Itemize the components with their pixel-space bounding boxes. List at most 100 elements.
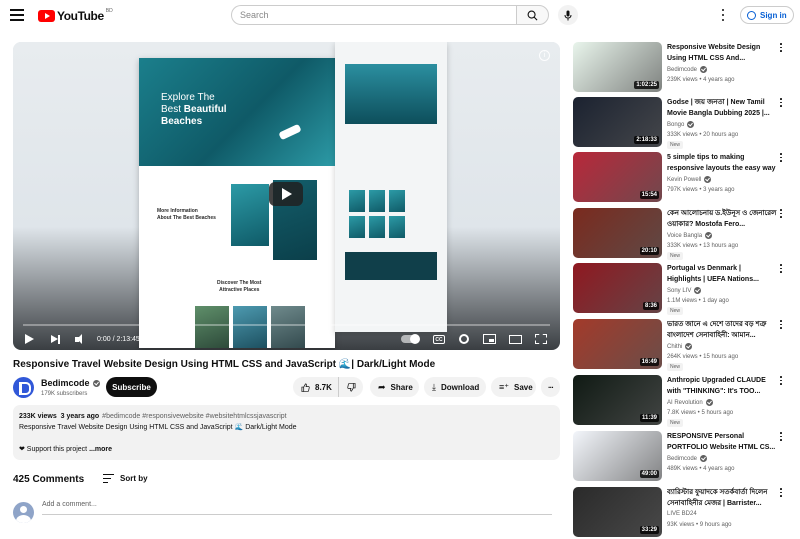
- like-count: 8.7K: [315, 382, 332, 392]
- download-button[interactable]: ⤓ Download: [424, 377, 486, 397]
- more-actions-button[interactable]: ···: [541, 377, 560, 397]
- large-play-button[interactable]: [269, 182, 303, 206]
- channel-name[interactable]: Bedimcode: [667, 455, 708, 462]
- channel-name[interactable]: Bedimcode: [667, 66, 708, 73]
- more-options-icon[interactable]: [778, 209, 784, 218]
- more-options-icon[interactable]: [778, 43, 784, 52]
- progress-bar[interactable]: [23, 324, 550, 326]
- more-options-icon[interactable]: [778, 488, 784, 497]
- verified-icon: [704, 176, 712, 183]
- channel-name[interactable]: Voice Bangla: [667, 232, 713, 239]
- channel-avatar[interactable]: [13, 377, 34, 398]
- recommended-video[interactable]: 8:36 Portugal vs Denmark | Highlights | U…: [573, 263, 800, 315]
- like-button[interactable]: 8.7K: [293, 377, 339, 397]
- autoplay-toggle[interactable]: [401, 334, 420, 344]
- voice-search-button[interactable]: [558, 5, 578, 25]
- search-placeholder: Search: [240, 10, 269, 20]
- add-comment-input[interactable]: Add a comment...: [42, 501, 552, 515]
- recommended-video[interactable]: 11:39 Anthropic Upgraded CLAUDE with "THI…: [573, 375, 800, 427]
- user-avatar: [13, 502, 34, 523]
- more-options-icon[interactable]: [778, 98, 784, 107]
- video-title[interactable]: Godse | জয় জনতা | New Tamil Movie Bangl…: [667, 97, 777, 119]
- video-thumbnail[interactable]: 1:02:25: [573, 42, 662, 92]
- video-meta: 1.1M views • 1 day ago: [667, 298, 729, 304]
- video-title[interactable]: ব্যারিস্টার ফুয়াদকে সতর্কবার্তা দিলেন স…: [667, 487, 777, 509]
- info-icon[interactable]: i: [539, 50, 550, 61]
- theater-mode-icon[interactable]: [509, 335, 522, 344]
- verified-icon: [700, 455, 708, 462]
- mock-image: [369, 216, 385, 238]
- thumbs-down-icon: [346, 382, 355, 391]
- save-button[interactable]: ≡⁺ Save: [491, 377, 536, 397]
- video-title[interactable]: Anthropic Upgraded CLAUDE with "THINKING…: [667, 375, 777, 397]
- play-icon[interactable]: [25, 332, 37, 346]
- settings-menu-icon[interactable]: [720, 9, 726, 21]
- subscribe-button[interactable]: Subscribe: [106, 377, 157, 397]
- video-thumbnail[interactable]: 16:49: [573, 319, 662, 369]
- new-badge: New: [667, 307, 684, 315]
- dislike-button[interactable]: [339, 377, 363, 397]
- volume-icon[interactable]: [75, 332, 87, 346]
- video-title[interactable]: Portugal vs Denmark | Highlights | UEFA …: [667, 263, 777, 285]
- video-player[interactable]: Explore The Best Beautiful Beaches More …: [13, 42, 560, 350]
- search-input[interactable]: Search: [231, 5, 517, 25]
- captions-icon[interactable]: CC: [433, 335, 445, 344]
- video-thumbnail[interactable]: 20:10: [573, 208, 662, 258]
- video-frame-website-mock: [335, 42, 447, 332]
- chapter-label[interactable]: Intro: [146, 336, 160, 343]
- video-thumbnail[interactable]: 33:29: [573, 487, 662, 537]
- mock-info-heading: More Information About The Best Beaches: [157, 208, 216, 221]
- video-duration: 15:54: [639, 191, 659, 199]
- video-title[interactable]: 5 simple tips to making responsive layou…: [667, 152, 777, 174]
- new-badge: New: [667, 419, 684, 427]
- channel-name[interactable]: Kevin Powell: [667, 176, 712, 183]
- more-options-icon[interactable]: [778, 320, 784, 329]
- channel-name[interactable]: LIVE BD24: [667, 511, 697, 517]
- video-thumbnail[interactable]: 15:54: [573, 152, 662, 202]
- recommended-video[interactable]: 33:29 ব্যারিস্টার ফুয়াদকে সতর্কবার্তা দি…: [573, 487, 800, 539]
- hashtags[interactable]: #bedimcode #responsivewebsite #websiteht…: [102, 413, 286, 420]
- gear-icon[interactable]: [459, 334, 469, 344]
- verified-icon: [92, 380, 100, 388]
- next-icon[interactable]: [51, 332, 63, 346]
- more-options-icon[interactable]: [778, 264, 784, 273]
- recommended-video[interactable]: 15:54 5 simple tips to making responsive …: [573, 152, 800, 204]
- video-title[interactable]: ভারত জানে এ দেশে তাদের বড় শত্রু বাংলাদে…: [667, 319, 777, 341]
- video-title[interactable]: Responsive Website Design Using HTML CSS…: [667, 42, 777, 64]
- youtube-logo[interactable]: YouTube BD: [38, 8, 113, 23]
- video-frame-website-mock: Explore The Best Beautiful Beaches More …: [139, 58, 335, 348]
- search-button[interactable]: [516, 5, 549, 25]
- channel-name[interactable]: Bongo: [667, 121, 695, 128]
- description-box[interactable]: 233K views 3 years ago #bedimcode #respon…: [13, 405, 560, 460]
- video-title[interactable]: RESPONSIVE Personal PORTFOLIO Website HT…: [667, 431, 777, 453]
- share-button[interactable]: ➦ Share: [370, 377, 419, 397]
- recommended-video[interactable]: 20:10 কেন আলোচনায় ড.ইউনূস ও জেনারেল ওয়া…: [573, 208, 800, 260]
- recommended-video[interactable]: 2:18:33 Godse | জয় জনতা | New Tamil Movi…: [573, 97, 800, 149]
- recommended-video[interactable]: 49:00 RESPONSIVE Personal PORTFOLIO Websi…: [573, 431, 800, 483]
- video-thumbnail[interactable]: 11:39: [573, 375, 662, 425]
- sign-in-button[interactable]: Sign in: [740, 6, 794, 24]
- more-options-icon[interactable]: [778, 432, 784, 441]
- share-icon: ➦: [378, 381, 386, 392]
- video-thumbnail[interactable]: 49:00: [573, 431, 662, 481]
- video-meta: 7.8K views • 5 hours ago: [667, 410, 734, 416]
- channel-name[interactable]: Bedimcode: [41, 378, 100, 388]
- more-options-icon[interactable]: [778, 376, 784, 385]
- video-thumbnail[interactable]: 8:36: [573, 263, 662, 313]
- video-title[interactable]: কেন আলোচনায় ড.ইউনূস ও জেনারেল ওয়াকার? …: [667, 208, 777, 230]
- recommended-video[interactable]: 1:02:25 Responsive Website Design Using H…: [573, 42, 800, 94]
- miniplayer-icon[interactable]: [483, 334, 496, 344]
- video-thumbnail[interactable]: 2:18:33: [573, 97, 662, 147]
- sort-label: Sort by: [120, 474, 148, 483]
- sort-comments-button[interactable]: Sort by: [103, 474, 148, 483]
- mock-hero-heading: Explore The Best Beautiful Beaches: [161, 92, 227, 127]
- new-badge: New: [667, 363, 684, 371]
- more-options-icon[interactable]: [778, 153, 784, 162]
- show-more-link[interactable]: ...more: [89, 446, 112, 453]
- channel-name[interactable]: Sony LIV: [667, 287, 702, 294]
- recommended-video[interactable]: 16:49 ভারত জানে এ দেশে তাদের বড় শত্রু বা…: [573, 319, 800, 371]
- channel-name[interactable]: Chithi: [667, 343, 693, 350]
- channel-name[interactable]: AI Revolution: [667, 399, 713, 406]
- fullscreen-icon[interactable]: [535, 334, 547, 344]
- menu-icon[interactable]: [10, 9, 24, 21]
